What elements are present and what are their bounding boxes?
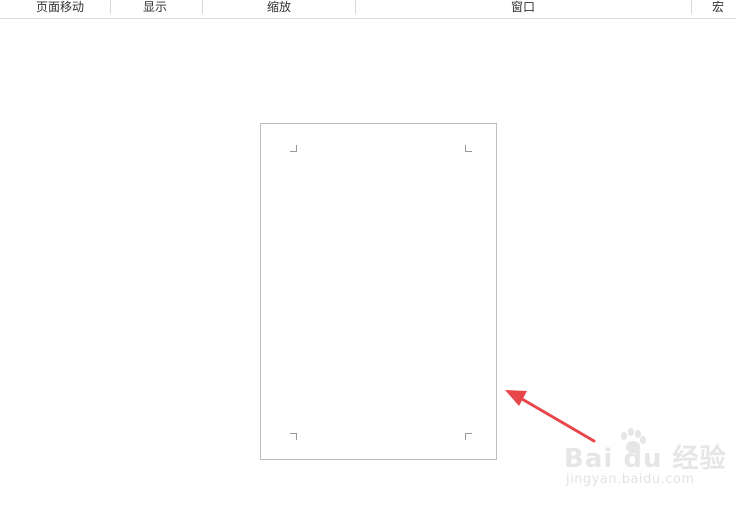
watermark-brand-text: Bai du 经验 <box>564 444 727 474</box>
watermark-url-text: jingyan.baidu.com <box>566 472 695 487</box>
baidu-jingyan-watermark: Bai du 经验 jingyan.baidu.com <box>560 428 730 496</box>
